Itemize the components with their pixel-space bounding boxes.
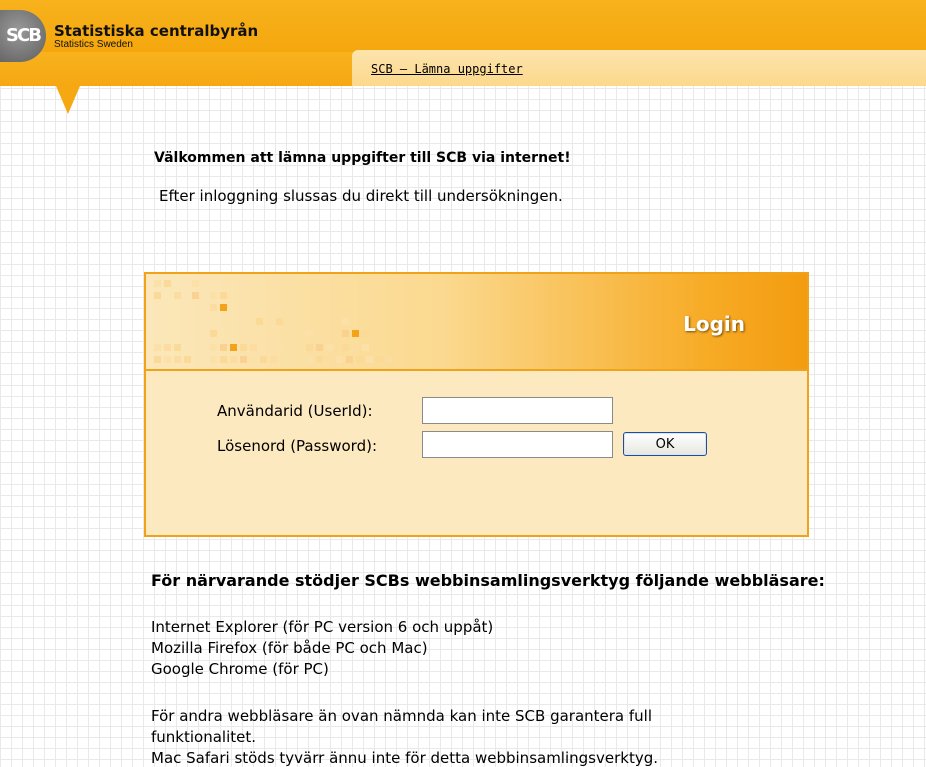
brand-name: Statistiska centralbyrån: [54, 22, 259, 40]
decorative-square: [250, 344, 257, 351]
login-panel: Login Användarid (UserId): Lösenord (Pas…: [144, 272, 809, 537]
decorative-square: [306, 356, 313, 363]
decorative-square: [256, 318, 263, 325]
decorative-square: [210, 344, 217, 351]
decorative-square: [164, 356, 171, 363]
welcome-heading: Välkommen att lämna uppgifter till SCB v…: [154, 150, 571, 166]
decorative-square: [306, 344, 313, 351]
decorative-square: [352, 330, 359, 337]
browser-list-item: Google Chrome (för PC): [151, 660, 329, 678]
decorative-square: [210, 330, 217, 337]
decorative-square: [362, 344, 369, 351]
decorative-square: [210, 292, 217, 299]
decorative-square: [240, 344, 247, 351]
decorative-square: [346, 356, 353, 363]
decorative-square: [192, 292, 199, 299]
decorative-square: [326, 356, 333, 363]
decorative-square: [192, 280, 199, 287]
decorative-square: [260, 356, 267, 363]
decorative-square: [154, 356, 161, 363]
userid-label: Användarid (UserId):: [217, 402, 373, 420]
login-title: Login: [683, 312, 745, 336]
decorative-square: [342, 330, 349, 337]
decorative-square: [342, 318, 349, 325]
decorative-square: [164, 344, 171, 351]
login-panel-header: Login: [146, 274, 807, 371]
decorative-square: [220, 304, 227, 311]
decorative-square: [336, 356, 343, 363]
decorative-square: [240, 356, 247, 363]
userid-input[interactable]: [422, 397, 613, 424]
decorative-square: [174, 344, 181, 351]
decorative-square: [270, 356, 277, 363]
supported-browsers-heading: För närvarande stödjer SCBs webbinsamlin…: [151, 571, 825, 590]
safari-note: Mac Safari stöds tyvärr ännu inte för de…: [151, 749, 658, 767]
decorative-square: [306, 330, 313, 337]
header-pointer-decoration: [56, 86, 80, 114]
decorative-square: [154, 292, 161, 299]
decorative-square: [250, 356, 257, 363]
decorative-square: [154, 344, 161, 351]
decorative-square: [220, 356, 227, 363]
decorative-square: [316, 356, 323, 363]
ok-button[interactable]: OK: [623, 432, 707, 456]
decorative-square: [276, 318, 283, 325]
compatibility-note: funktionalitet.: [151, 728, 256, 746]
decorative-square: [230, 356, 237, 363]
decorative-square: [154, 280, 161, 287]
decorative-square: [362, 330, 369, 337]
decorative-square: [220, 292, 227, 299]
decorative-square: [164, 280, 171, 287]
decorative-square: [184, 356, 191, 363]
decorative-square: [316, 344, 323, 351]
compatibility-note: För andra webbläsare än ovan nämnda kan …: [151, 707, 653, 725]
decorative-square: [174, 292, 181, 299]
nav-link-lamna-uppgifter[interactable]: SCB – Lämna uppgifter: [371, 62, 523, 76]
password-input[interactable]: [422, 431, 613, 458]
decorative-square: [356, 356, 363, 363]
decorative-square: [220, 344, 227, 351]
decorative-square: [210, 304, 217, 311]
decorative-square: [342, 344, 349, 351]
welcome-text: Efter inloggning slussas du direkt till …: [159, 187, 563, 205]
decorative-square: [326, 344, 333, 351]
decorative-square: [376, 356, 383, 363]
decorative-square: [266, 318, 273, 325]
decorative-square: [366, 356, 373, 363]
brand-subtitle: Statistics Sweden: [54, 39, 133, 50]
decorative-square: [386, 356, 393, 363]
browser-list-item: Internet Explorer (för PC version 6 och …: [151, 618, 494, 636]
password-label: Lösenord (Password):: [217, 437, 378, 455]
decorative-square: [230, 344, 237, 351]
decorative-square: [210, 356, 217, 363]
decorative-square: [174, 356, 181, 363]
browser-list-item: Mozilla Firefox (för både PC och Mac): [151, 639, 428, 657]
decorative-square: [352, 344, 359, 351]
decorative-square: [276, 344, 283, 351]
